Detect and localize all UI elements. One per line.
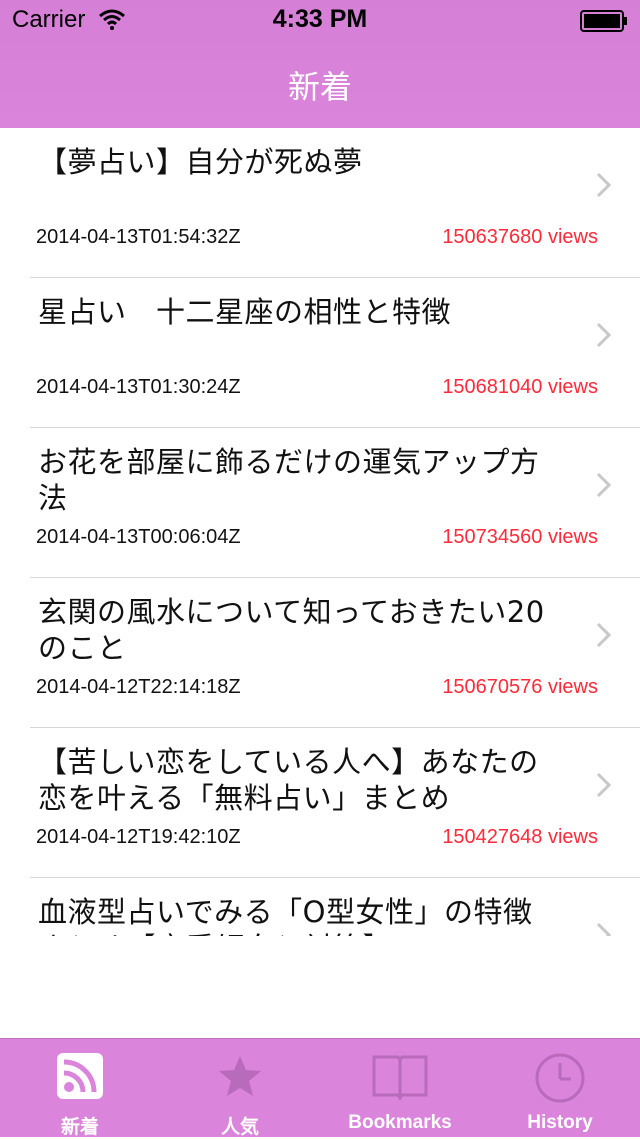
article-title: 血液型占いでみる「O型女性」の特徴まとめ【恋愛傾向と対策】	[38, 895, 533, 936]
chevron-right-icon	[596, 172, 612, 198]
tab-bar: 新着 人気 Bookmarks History	[0, 1038, 640, 1138]
list-item[interactable]: 【苦しい恋をしている人へ】あなたの恋を叶える「無料占い」まとめ 2014-04-…	[30, 728, 640, 878]
article-date: 2014-04-13T01:54:32Z	[36, 226, 241, 248]
star-icon	[219, 1056, 261, 1096]
article-date: 2014-04-13T01:30:24Z	[36, 376, 241, 398]
tab-label: History	[527, 1112, 593, 1133]
chevron-right-icon	[596, 622, 612, 648]
list-item[interactable]: 【夢占い】自分が死ぬ夢 2014-04-13T01:54:32Z 1506376…	[30, 128, 640, 278]
status-time: 4:33 PM	[272, 5, 368, 33]
article-date: 2014-04-13T00:06:04Z	[36, 526, 241, 548]
article-title: 星占い 十二星座の相性と特徴	[38, 295, 452, 329]
book-icon	[372, 1055, 428, 1101]
chevron-right-icon	[596, 322, 612, 348]
list-item[interactable]: 玄関の風水について知っておきたい20のこと 2014-04-12T22:14:1…	[30, 578, 640, 728]
tab-bookmarks[interactable]: Bookmarks	[320, 1039, 480, 1137]
article-title: 玄関の風水について知っておきたい20のこと	[38, 595, 545, 665]
chevron-right-icon	[596, 772, 612, 798]
navigation-header: Carrier 4:33 PM 新着	[0, 0, 640, 128]
battery-icon	[580, 10, 627, 32]
article-views: 150427648 views	[442, 826, 598, 848]
tab-popular[interactable]: 人気	[160, 1039, 320, 1138]
tab-label: 新着	[60, 1117, 99, 1138]
page-title: 新着	[287, 68, 352, 106]
list-item[interactable]: お花を部屋に飾るだけの運気アップ方法 2014-04-13T00:06:04Z …	[30, 428, 640, 578]
article-date: 2014-04-12T19:42:10Z	[36, 826, 241, 848]
tab-history[interactable]: History	[480, 1039, 640, 1137]
article-views: 150670576 views	[442, 676, 598, 698]
article-title: 【夢占い】自分が死ぬ夢	[38, 145, 363, 179]
tab-new[interactable]: 新着	[0, 1039, 160, 1138]
list-item[interactable]: 血液型占いでみる「O型女性」の特徴まとめ【恋愛傾向と対策】	[30, 878, 640, 936]
article-views: 150734560 views	[442, 526, 598, 548]
article-views: 150637680 views	[442, 226, 598, 248]
rss-icon	[57, 1053, 103, 1099]
article-views: 150681040 views	[442, 376, 598, 398]
list-item[interactable]: 星占い 十二星座の相性と特徴 2014-04-13T01:30:24Z 1506…	[30, 278, 640, 428]
tab-label: Bookmarks	[348, 1112, 452, 1133]
chevron-right-icon	[596, 922, 612, 936]
article-list[interactable]: 【夢占い】自分が死ぬ夢 2014-04-13T01:54:32Z 1506376…	[0, 128, 640, 936]
article-title: お花を部屋に飾るだけの運気アップ方法	[38, 445, 540, 515]
tab-label: 人気	[220, 1117, 259, 1138]
article-title: 【苦しい恋をしている人へ】あなたの恋を叶える「無料占い」まとめ	[38, 745, 539, 815]
article-date: 2014-04-12T22:14:18Z	[36, 676, 241, 698]
chevron-right-icon	[596, 472, 612, 498]
status-bar: Carrier 4:33 PM	[0, 0, 640, 40]
clock-icon	[535, 1053, 585, 1103]
